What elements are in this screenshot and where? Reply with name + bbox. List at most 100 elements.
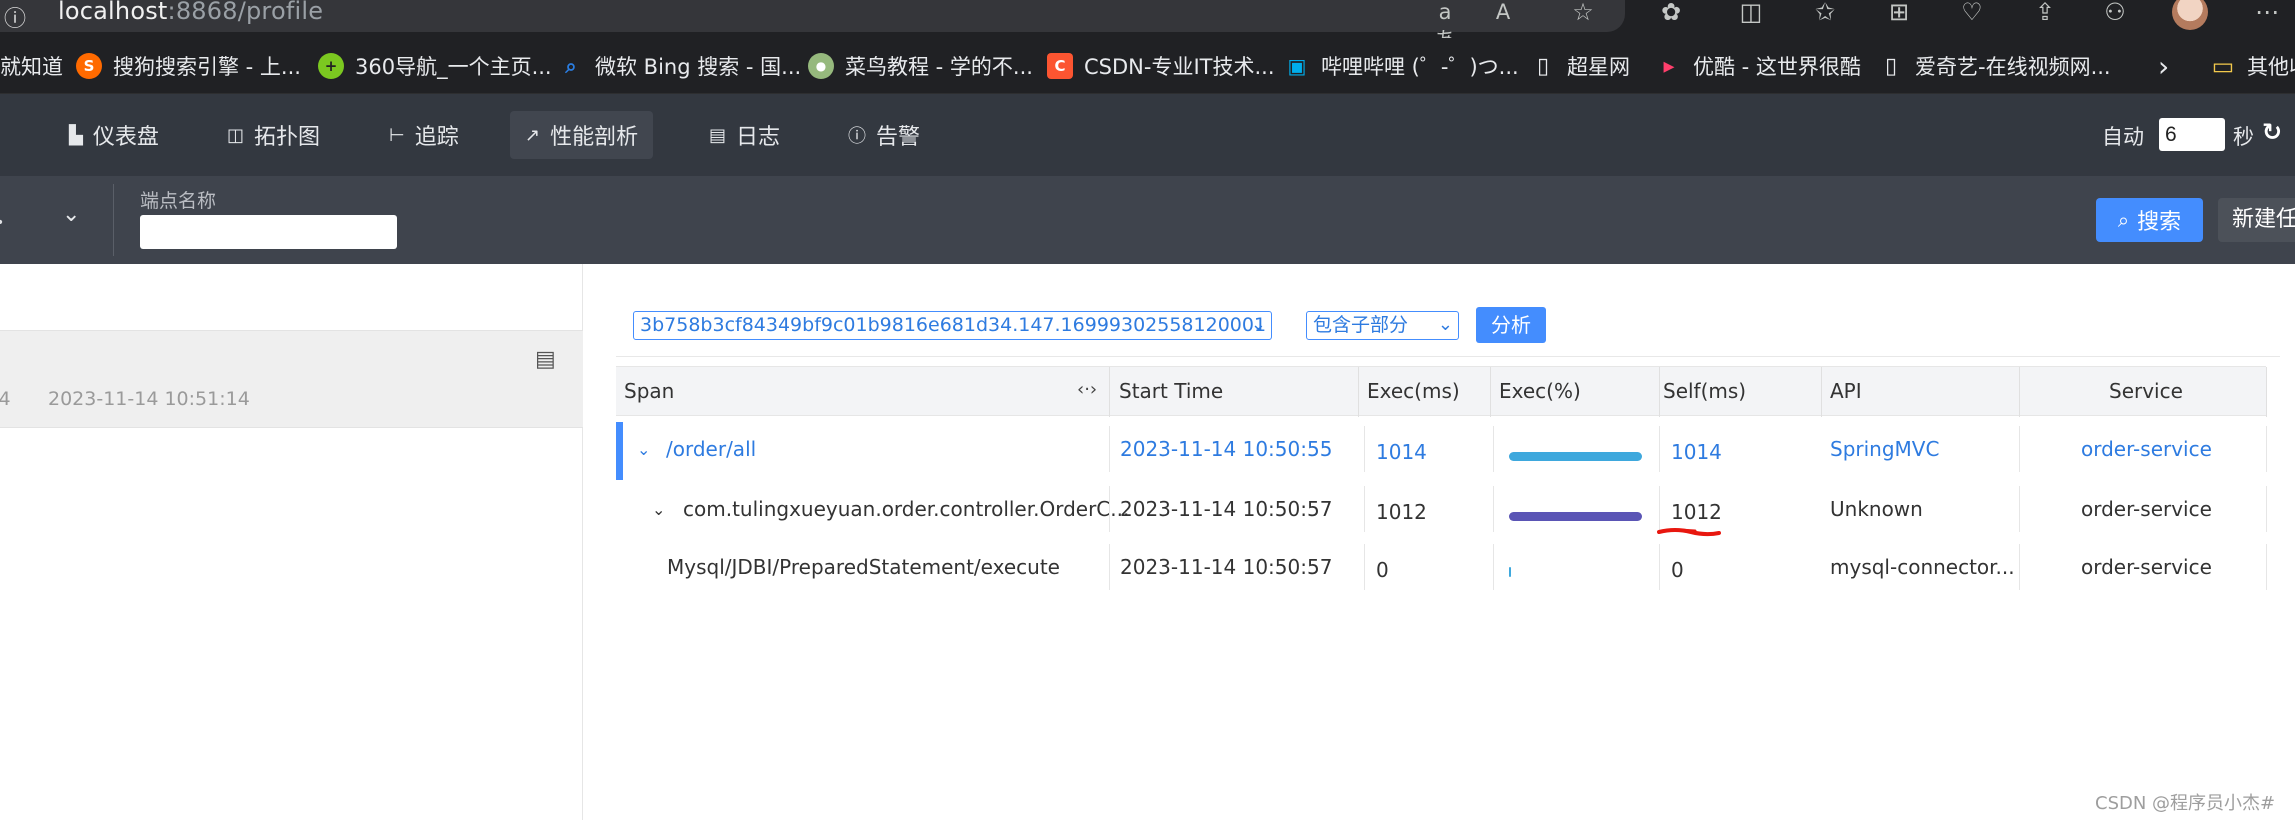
bookmark-item[interactable]: ▣ 哔哩哔哩 (゜-゜)つ... <box>1284 52 1519 80</box>
span-exec-ms: 0 <box>1376 558 1389 582</box>
bookmark-item[interactable]: 就知道 <box>0 52 63 80</box>
address-bar[interactable]: ⓘ localhost:8868/profile aあ A ☆ <box>0 0 1625 52</box>
endpoint-name-input[interactable] <box>140 215 397 249</box>
cell-divider <box>1659 426 1660 472</box>
task-start-time: :14 <box>0 388 11 410</box>
cell-divider <box>2019 486 2020 532</box>
page-icon: ▯ <box>1536 53 1550 79</box>
url-text[interactable]: localhost:8868/profile <box>58 0 323 25</box>
cell-divider <box>1364 486 1365 532</box>
column-separator <box>2266 367 2267 417</box>
cell-divider <box>2266 486 2267 532</box>
refresh-icon[interactable]: ↻ <box>2262 118 2282 146</box>
more-bookmarks-icon[interactable]: › <box>2158 50 2169 83</box>
chevron-down-icon[interactable]: ⌄ <box>652 500 665 519</box>
bookmark-label: 其他收 <box>2247 55 2295 79</box>
table-row[interactable]: ⌄ /order/all 2023-11-14 10:50:55 1014 10… <box>616 420 2267 480</box>
chevron-down-icon[interactable]: ⌄ <box>637 440 650 459</box>
collections-icon[interactable]: ⊞ <box>1884 0 1914 28</box>
url-path: :8868/profile <box>167 0 324 25</box>
analyze-button[interactable]: 分析 <box>1476 307 1546 343</box>
cell-divider <box>1364 544 1365 590</box>
search-button[interactable]: ⌕ 搜索 <box>2096 198 2203 242</box>
runoob-icon: ● <box>808 53 834 79</box>
column-header-span: Span <box>624 379 675 403</box>
bookmark-item[interactable]: ● 菜鸟教程 - 学的不... <box>808 52 1033 80</box>
column-header-exec-ms: Exec(ms) <box>1367 379 1460 403</box>
span-start-time: 2023-11-14 10:50:57 <box>1120 497 1333 521</box>
column-header-api: API <box>1830 379 1862 403</box>
sogou-icon: S <box>76 53 102 79</box>
column-resize-icon[interactable]: ‹·› <box>1077 379 1097 400</box>
column-header-service: Service <box>2109 379 2183 403</box>
youku-icon: ▸ <box>1663 53 1675 79</box>
bookmark-item[interactable]: ⌕ 微软 Bing 搜索 - 国... <box>558 52 801 80</box>
new-task-button[interactable]: 新建任 <box>2218 198 2295 242</box>
site-info-icon[interactable]: ⓘ <box>4 1 26 33</box>
column-separator <box>1659 367 1660 417</box>
refresh-interval-input[interactable] <box>2159 118 2225 151</box>
share-icon[interactable]: ⇪ <box>2030 0 2060 28</box>
bookmark-item[interactable]: ▸ 优酷 - 这世界很酷 <box>1656 52 1860 80</box>
table-header: Span ‹·› Start Time Exec(ms) Exec(%) Sel… <box>616 366 2267 417</box>
span-name[interactable]: /order/all <box>666 437 756 461</box>
nav-item-alarm[interactable]: ⓘ 告警 <box>833 111 935 159</box>
profile-switch-icon[interactable]: ⚇ <box>2100 0 2130 28</box>
cell-divider <box>2266 426 2267 472</box>
trace-icon: ⊢ <box>389 124 405 146</box>
list-icon[interactable]: ▤ <box>535 347 556 372</box>
bookmark-item[interactable]: S 搜狗搜索引擎 - 上... <box>76 52 301 80</box>
bookmark-label: 菜鸟教程 - 学的不... <box>845 55 1033 79</box>
cell-divider <box>1493 486 1494 532</box>
span-name[interactable]: com.tulingxueyuan.order.controller.Order… <box>683 497 1129 521</box>
bookmark-item[interactable]: ▯ 超星网 <box>1530 52 1630 80</box>
span-start-time: 2023-11-14 10:50:55 <box>1120 437 1333 461</box>
page-icon: ▯ <box>1884 53 1898 79</box>
column-separator <box>1358 367 1359 417</box>
column-header-self-ms: Self(ms) <box>1663 379 1747 403</box>
segment-select[interactable]: 3b758b3cf84349bf9c01b9816e681d34.147.169… <box>633 311 1272 340</box>
span-name[interactable]: Mysql/JDBI/PreparedStatement/execute <box>667 555 1060 579</box>
favorites-icon[interactable]: ✩ <box>1810 0 1840 28</box>
chevron-down-icon[interactable]: ⌄ <box>62 202 80 227</box>
app-navbar: ▙ 仪表盘 ◫ 拓扑图 ⊢ 追踪 ↗ 性能剖析 ▤ 日志 ⓘ 告警 自动 秒 ↻ <box>0 94 2295 176</box>
column-separator[interactable] <box>1109 367 1110 417</box>
span-service: order-service <box>2081 555 2212 579</box>
split-screen-icon[interactable]: ◫ <box>1736 0 1766 28</box>
favorite-star-icon[interactable]: ☆ <box>1568 0 1598 28</box>
span-self-ms: 0 <box>1671 558 1684 582</box>
performance-icon[interactable]: ♡ <box>1957 0 1987 28</box>
bookmark-item[interactable]: ▯ 爱奇艺-在线视频网... <box>1878 52 2111 80</box>
bookmark-item[interactable]: +360导航_一个主页... <box>318 52 552 80</box>
topology-icon: ◫ <box>227 124 245 146</box>
span-api: Unknown <box>1830 497 1923 521</box>
span-api: SpringMVC <box>1830 437 1940 461</box>
task-list-item[interactable]: ▤ :14 2023-11-14 10:51:14 <box>0 330 583 428</box>
span-exec-ms: 1014 <box>1376 440 1427 464</box>
avatar[interactable] <box>2172 0 2208 30</box>
bookmark-label: CSDN-专业IT技术... <box>1084 55 1275 79</box>
nav-item-trace[interactable]: ⊢ 追踪 <box>374 111 474 159</box>
bookmark-label: 哔哩哔哩 (゜-゜)つ... <box>1321 55 1519 79</box>
bookmark-item[interactable]: ▭ 其他收 <box>2210 52 2295 80</box>
read-aloud-icon[interactable]: aあ <box>1430 0 1460 52</box>
nav-item-dashboard[interactable]: ▙ 仪表盘 <box>54 111 174 159</box>
cell-divider <box>1659 544 1660 590</box>
url-host: localhost <box>58 0 168 25</box>
more-menu-icon[interactable]: ⋯ <box>2252 0 2282 28</box>
text-size-icon[interactable]: A <box>1488 0 1518 28</box>
nav-item-label: 追踪 <box>414 125 459 150</box>
nav-item-profile[interactable]: ↗ 性能剖析 <box>510 111 654 159</box>
browser-toolbar: ⓘ localhost:8868/profile aあ A ☆ ✿ ◫ ✩ ⊞ … <box>0 0 2295 52</box>
table-row[interactable]: ⌄ com.tulingxueyuan.order.controller.Ord… <box>616 480 2267 538</box>
nav-item-topology[interactable]: ◫ 拓扑图 <box>212 111 335 159</box>
column-separator <box>1821 367 1822 417</box>
nav-item-log[interactable]: ▤ 日志 <box>694 111 795 159</box>
exec-percent-bar <box>1509 512 1642 521</box>
mode-select[interactable]: 包含子部分 ⌄ <box>1306 311 1459 340</box>
extensions-icon[interactable]: ✿ <box>1656 0 1686 28</box>
service-select-value[interactable]: • <box>0 215 4 231</box>
bookmark-label: 爱奇艺-在线视频网... <box>1915 55 2111 79</box>
table-row[interactable]: Mysql/JDBI/PreparedStatement/execute 202… <box>616 538 2267 596</box>
bookmark-item[interactable]: C CSDN-专业IT技术... <box>1047 52 1275 80</box>
